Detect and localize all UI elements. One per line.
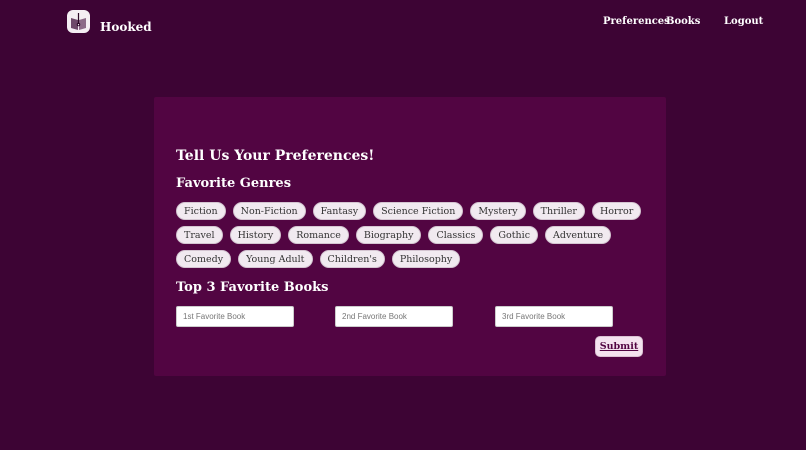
genre-chip-philosophy[interactable]: Philosophy bbox=[391, 250, 461, 268]
nav-link-logout[interactable]: Logout bbox=[724, 16, 763, 27]
genre-chip-adventure[interactable]: Adventure bbox=[545, 226, 612, 244]
genre-chip-mystery[interactable]: Mystery bbox=[470, 202, 526, 220]
favorite-book-2-input[interactable] bbox=[335, 306, 453, 327]
genre-chip-young-adult[interactable]: Young Adult bbox=[238, 250, 313, 268]
genre-chip-travel[interactable]: Travel bbox=[176, 226, 223, 244]
genre-chip-fantasy[interactable]: Fantasy bbox=[312, 202, 367, 220]
top-nav: Hooked Preferences Books Logout bbox=[0, 0, 806, 46]
genre-chip-comedy[interactable]: Comedy bbox=[176, 250, 232, 268]
books-heading: Top 3 Favorite Books bbox=[176, 280, 329, 295]
genre-chip-horror[interactable]: Horror bbox=[591, 202, 642, 220]
nav-link-books[interactable]: Books bbox=[666, 16, 700, 27]
genre-chip-romance[interactable]: Romance bbox=[288, 226, 349, 244]
genre-chip-childrens[interactable]: Children's bbox=[319, 250, 385, 268]
submit-button[interactable]: Submit bbox=[595, 336, 643, 357]
brand-name[interactable]: Hooked bbox=[100, 20, 152, 34]
genre-chip-classics[interactable]: Classics bbox=[428, 226, 484, 244]
preferences-card: Tell Us Your Preferences! Favorite Genre… bbox=[154, 97, 666, 376]
form-title: Tell Us Your Preferences! bbox=[176, 148, 375, 164]
genre-chip-biography[interactable]: Biography bbox=[355, 226, 422, 244]
genre-chip-thriller[interactable]: Thriller bbox=[532, 202, 585, 220]
genre-chip-history[interactable]: History bbox=[229, 226, 282, 244]
genre-chip-list: Fiction Non-Fiction Fantasy Science Fict… bbox=[176, 202, 651, 268]
favorite-book-3-input[interactable] bbox=[495, 306, 613, 327]
genre-chip-science-fiction[interactable]: Science Fiction bbox=[373, 202, 464, 220]
nav-link-preferences[interactable]: Preferences bbox=[603, 16, 670, 27]
genre-chip-fiction[interactable]: Fiction bbox=[176, 202, 226, 220]
book-logo-icon[interactable] bbox=[67, 10, 90, 33]
genre-chip-non-fiction[interactable]: Non-Fiction bbox=[232, 202, 306, 220]
genre-chip-gothic[interactable]: Gothic bbox=[490, 226, 539, 244]
genres-heading: Favorite Genres bbox=[176, 176, 292, 191]
favorite-book-1-input[interactable] bbox=[176, 306, 294, 327]
